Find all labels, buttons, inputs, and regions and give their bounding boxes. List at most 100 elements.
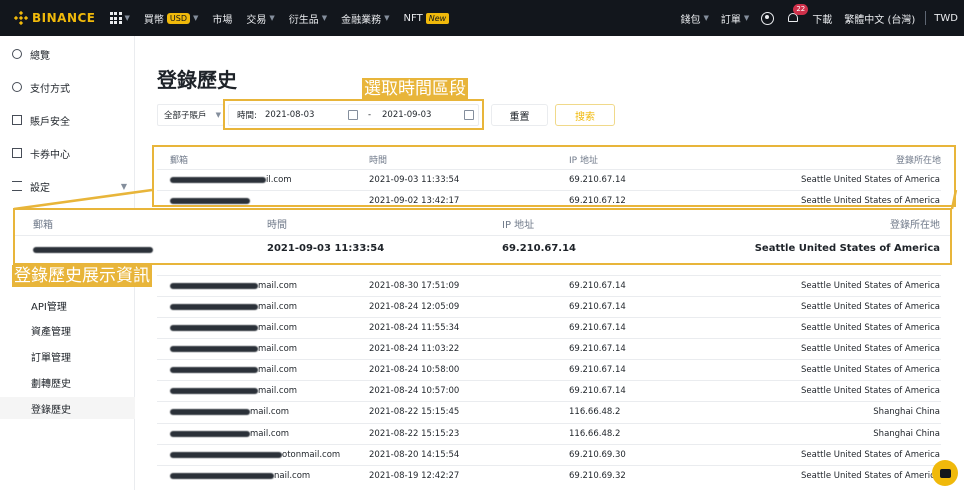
reset-button[interactable]: 重置 — [491, 104, 548, 126]
sidebar-sub-label: 劃轉歷史 — [31, 378, 71, 390]
row-divider — [157, 380, 941, 381]
sidebar-item-overview[interactable]: 總覽 — [0, 42, 135, 66]
chevron-down-icon: ▼ — [192, 14, 199, 22]
sidebar-sub-api[interactable]: API管理 — [0, 294, 135, 316]
sliders-icon — [12, 181, 22, 191]
cell-location: Seattle United States of America — [800, 450, 940, 460]
brand-name: BINANCE — [32, 11, 96, 25]
cell-email — [170, 196, 250, 206]
cell-time: 2021-08-20 14:15:54 — [369, 450, 460, 460]
redacted-email — [170, 324, 258, 331]
shield-icon — [12, 115, 22, 125]
redacted-email — [170, 282, 258, 289]
cell-location: Seattle United States of America — [800, 196, 940, 206]
zoomed-row-callout: 郵箱 時間 IP 地址 登錄所在地 2021-09-03 11:33:54 69… — [13, 208, 952, 265]
cell-location: Seattle United States of America — [800, 365, 940, 375]
cell-email: mail.com — [170, 429, 289, 439]
sidebar-item-label: 卡券中心 — [30, 149, 70, 161]
account-select[interactable]: 全部子賬戶 ▼ — [157, 104, 224, 126]
zoom-col-ip: IP 地址 — [502, 220, 535, 231]
nav-buy-crypto[interactable]: 買幣 USD ▼ — [144, 11, 198, 26]
chevron-down-icon: ▼ — [321, 14, 328, 22]
cell-ip: 116.66.48.2 — [569, 429, 621, 439]
redacted-email — [170, 387, 258, 394]
nav-divider — [925, 11, 927, 25]
cell-ip: 69.210.67.14 — [569, 323, 626, 333]
cell-location: Seattle United States of America — [800, 386, 940, 396]
cell-location: Seattle United States of America — [800, 175, 940, 185]
zoom-ip: 69.210.67.14 — [502, 243, 577, 254]
col-ip: IP 地址 — [569, 156, 598, 166]
email-suffix: mail.com — [250, 407, 290, 417]
nav-markets-label: 市場 — [212, 14, 233, 26]
nav-finance[interactable]: 金融業務 ▼ — [341, 11, 389, 26]
page-title: 登錄歷史 — [157, 68, 237, 92]
email-suffix: mail.com — [258, 302, 298, 312]
cell-ip: 69.210.67.14 — [569, 302, 626, 312]
row-divider — [157, 359, 941, 360]
sidebar-item-vouchers[interactable]: 卡券中心 — [0, 141, 135, 165]
nav-wallet-label: 錢包 — [680, 14, 701, 26]
cell-email: mail.com — [170, 386, 297, 396]
cell-email: nail.com — [170, 471, 310, 481]
row-divider — [157, 444, 941, 445]
nav-download[interactable]: 下載 — [812, 11, 832, 26]
apps-grid-icon[interactable] — [109, 12, 122, 24]
nav-orders[interactable]: 訂單 ▼ — [721, 11, 749, 26]
notifications-button[interactable]: 22 — [786, 4, 809, 25]
cell-time: 2021-08-24 10:57:00 — [369, 386, 460, 396]
chevron-down-icon: ▼ — [743, 14, 750, 22]
cell-ip: 69.210.67.12 — [569, 196, 626, 206]
sidebar-sub-orders[interactable]: 訂單管理 — [0, 345, 135, 367]
email-suffix: mail.com — [250, 429, 290, 439]
nav-trade[interactable]: 交易 ▼ — [246, 11, 274, 26]
row-divider — [157, 275, 941, 276]
nav-derivatives[interactable]: 衍生品 ▼ — [289, 11, 327, 26]
search-button[interactable]: 搜索 — [555, 104, 615, 126]
nav-finance-label: 金融業務 — [341, 14, 382, 26]
search-button-label: 搜索 — [575, 111, 595, 123]
nav-buy-crypto-label: 買幣 — [143, 14, 164, 26]
sidebar-sub-transfer-history[interactable]: 劃轉歷史 — [0, 371, 135, 393]
col-time: 時間 — [369, 156, 388, 166]
email-suffix: mail.com — [258, 386, 298, 396]
chat-support-button[interactable] — [932, 460, 958, 486]
profile-button[interactable] — [761, 11, 775, 25]
cell-location: Seattle United States of America — [800, 302, 940, 312]
chevron-down-icon: ▼ — [124, 14, 130, 22]
sidebar-sub-login-history[interactable]: 登錄歷史 — [0, 397, 135, 419]
nav-trade-label: 交易 — [246, 14, 267, 26]
cell-email: mail.com — [170, 365, 297, 375]
chevron-down-icon: ▼ — [215, 111, 221, 119]
sidebar-item-payment[interactable]: 支付方式 — [0, 75, 135, 99]
redacted-email — [170, 197, 250, 204]
redacted-email — [170, 451, 282, 458]
cell-location: Seattle United States of America — [800, 471, 940, 481]
bell-icon: 22 — [786, 4, 809, 25]
nav-nft[interactable]: NFT New — [404, 12, 450, 24]
dollar-icon — [12, 82, 22, 92]
sidebar-sub-assets[interactable]: 資產管理 — [0, 319, 135, 341]
cell-location: Seattle United States of America — [800, 323, 940, 333]
fiat-selector[interactable]: TWD — [934, 13, 958, 24]
sidebar-item-label: 賬戶安全 — [30, 116, 70, 128]
col-location: 登錄所在地 — [896, 156, 942, 166]
language-label: 繁體中文 (台灣) — [844, 14, 916, 26]
sidebar-item-security[interactable]: 賬戶安全 — [0, 108, 135, 132]
nav-download-label: 下載 — [812, 14, 833, 26]
cell-ip: 69.210.67.14 — [569, 175, 626, 185]
cell-ip: 69.210.67.14 — [569, 365, 626, 375]
user-icon — [761, 11, 775, 25]
binance-logo[interactable]: BINANCE — [14, 11, 96, 25]
email-suffix: mail.com — [258, 281, 298, 291]
nav-wallet[interactable]: 錢包 ▼ — [681, 11, 709, 26]
sidebar-item-settings[interactable]: 設定 ▼ — [0, 174, 135, 198]
nav-markets[interactable]: 市場 — [212, 11, 232, 26]
language-selector[interactable]: 繁體中文 (台灣) — [844, 11, 915, 26]
annotation-time-range: 選取時間區段 — [362, 78, 468, 100]
redacted-email — [33, 247, 153, 253]
cell-time: 2021-09-02 13:42:17 — [369, 196, 460, 206]
email-suffix: il.com — [266, 175, 292, 185]
redacted-email — [170, 345, 258, 352]
nav-right: 錢包 ▼ 訂單 ▼ 22 下載 繁體中文 (台灣) TWD — [669, 0, 964, 36]
